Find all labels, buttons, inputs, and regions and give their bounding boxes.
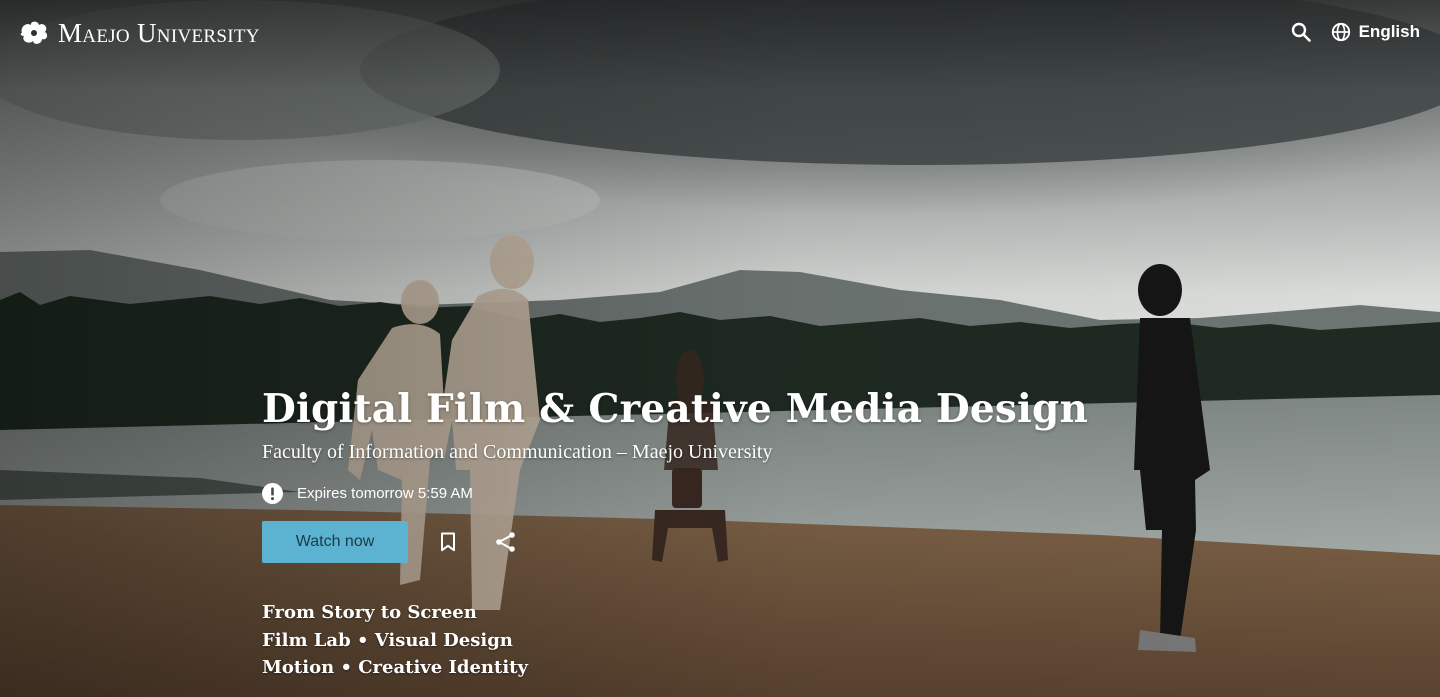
top-navigation-bar: Maejo University English: [0, 0, 1440, 64]
tagline: From Story to Screen Film Lab • Visual D…: [262, 599, 1162, 682]
search-button[interactable]: [1289, 20, 1313, 44]
tagline-line: Film Lab • Visual Design: [262, 629, 513, 651]
language-label: English: [1358, 22, 1420, 41]
page-title: Digital Film & Creative Media Design: [262, 386, 1089, 432]
expiry-text: Expires tomorrow 5:59 AM: [297, 484, 473, 502]
bookmark-button[interactable]: [436, 530, 460, 554]
expiry-notice: Expires tomorrow 5:59 AM: [262, 482, 1162, 504]
logo-text: Maejo University: [58, 17, 260, 48]
hero-actions: Watch now: [262, 521, 1162, 563]
alert-icon: [262, 482, 283, 504]
search-icon: [1291, 22, 1311, 42]
site-logo[interactable]: Maejo University: [18, 16, 260, 50]
share-button[interactable]: [494, 530, 518, 554]
globe-icon: [1331, 22, 1350, 42]
share-icon: [496, 532, 515, 552]
language-selector[interactable]: English: [1331, 22, 1420, 42]
tagline-line: From Story to Screen: [262, 602, 477, 623]
hero-content: Digital Film & Creative Media Design Fac…: [262, 382, 1162, 682]
top-actions: English: [1289, 20, 1420, 44]
hero-subtitle: Faculty of Information and Communication…: [262, 441, 773, 463]
tagline-line: Motion • Creative Identity: [262, 657, 528, 678]
logo-icon: [20, 21, 48, 44]
watch-now-button[interactable]: Watch now: [262, 521, 408, 563]
bookmark-icon: [441, 532, 455, 552]
